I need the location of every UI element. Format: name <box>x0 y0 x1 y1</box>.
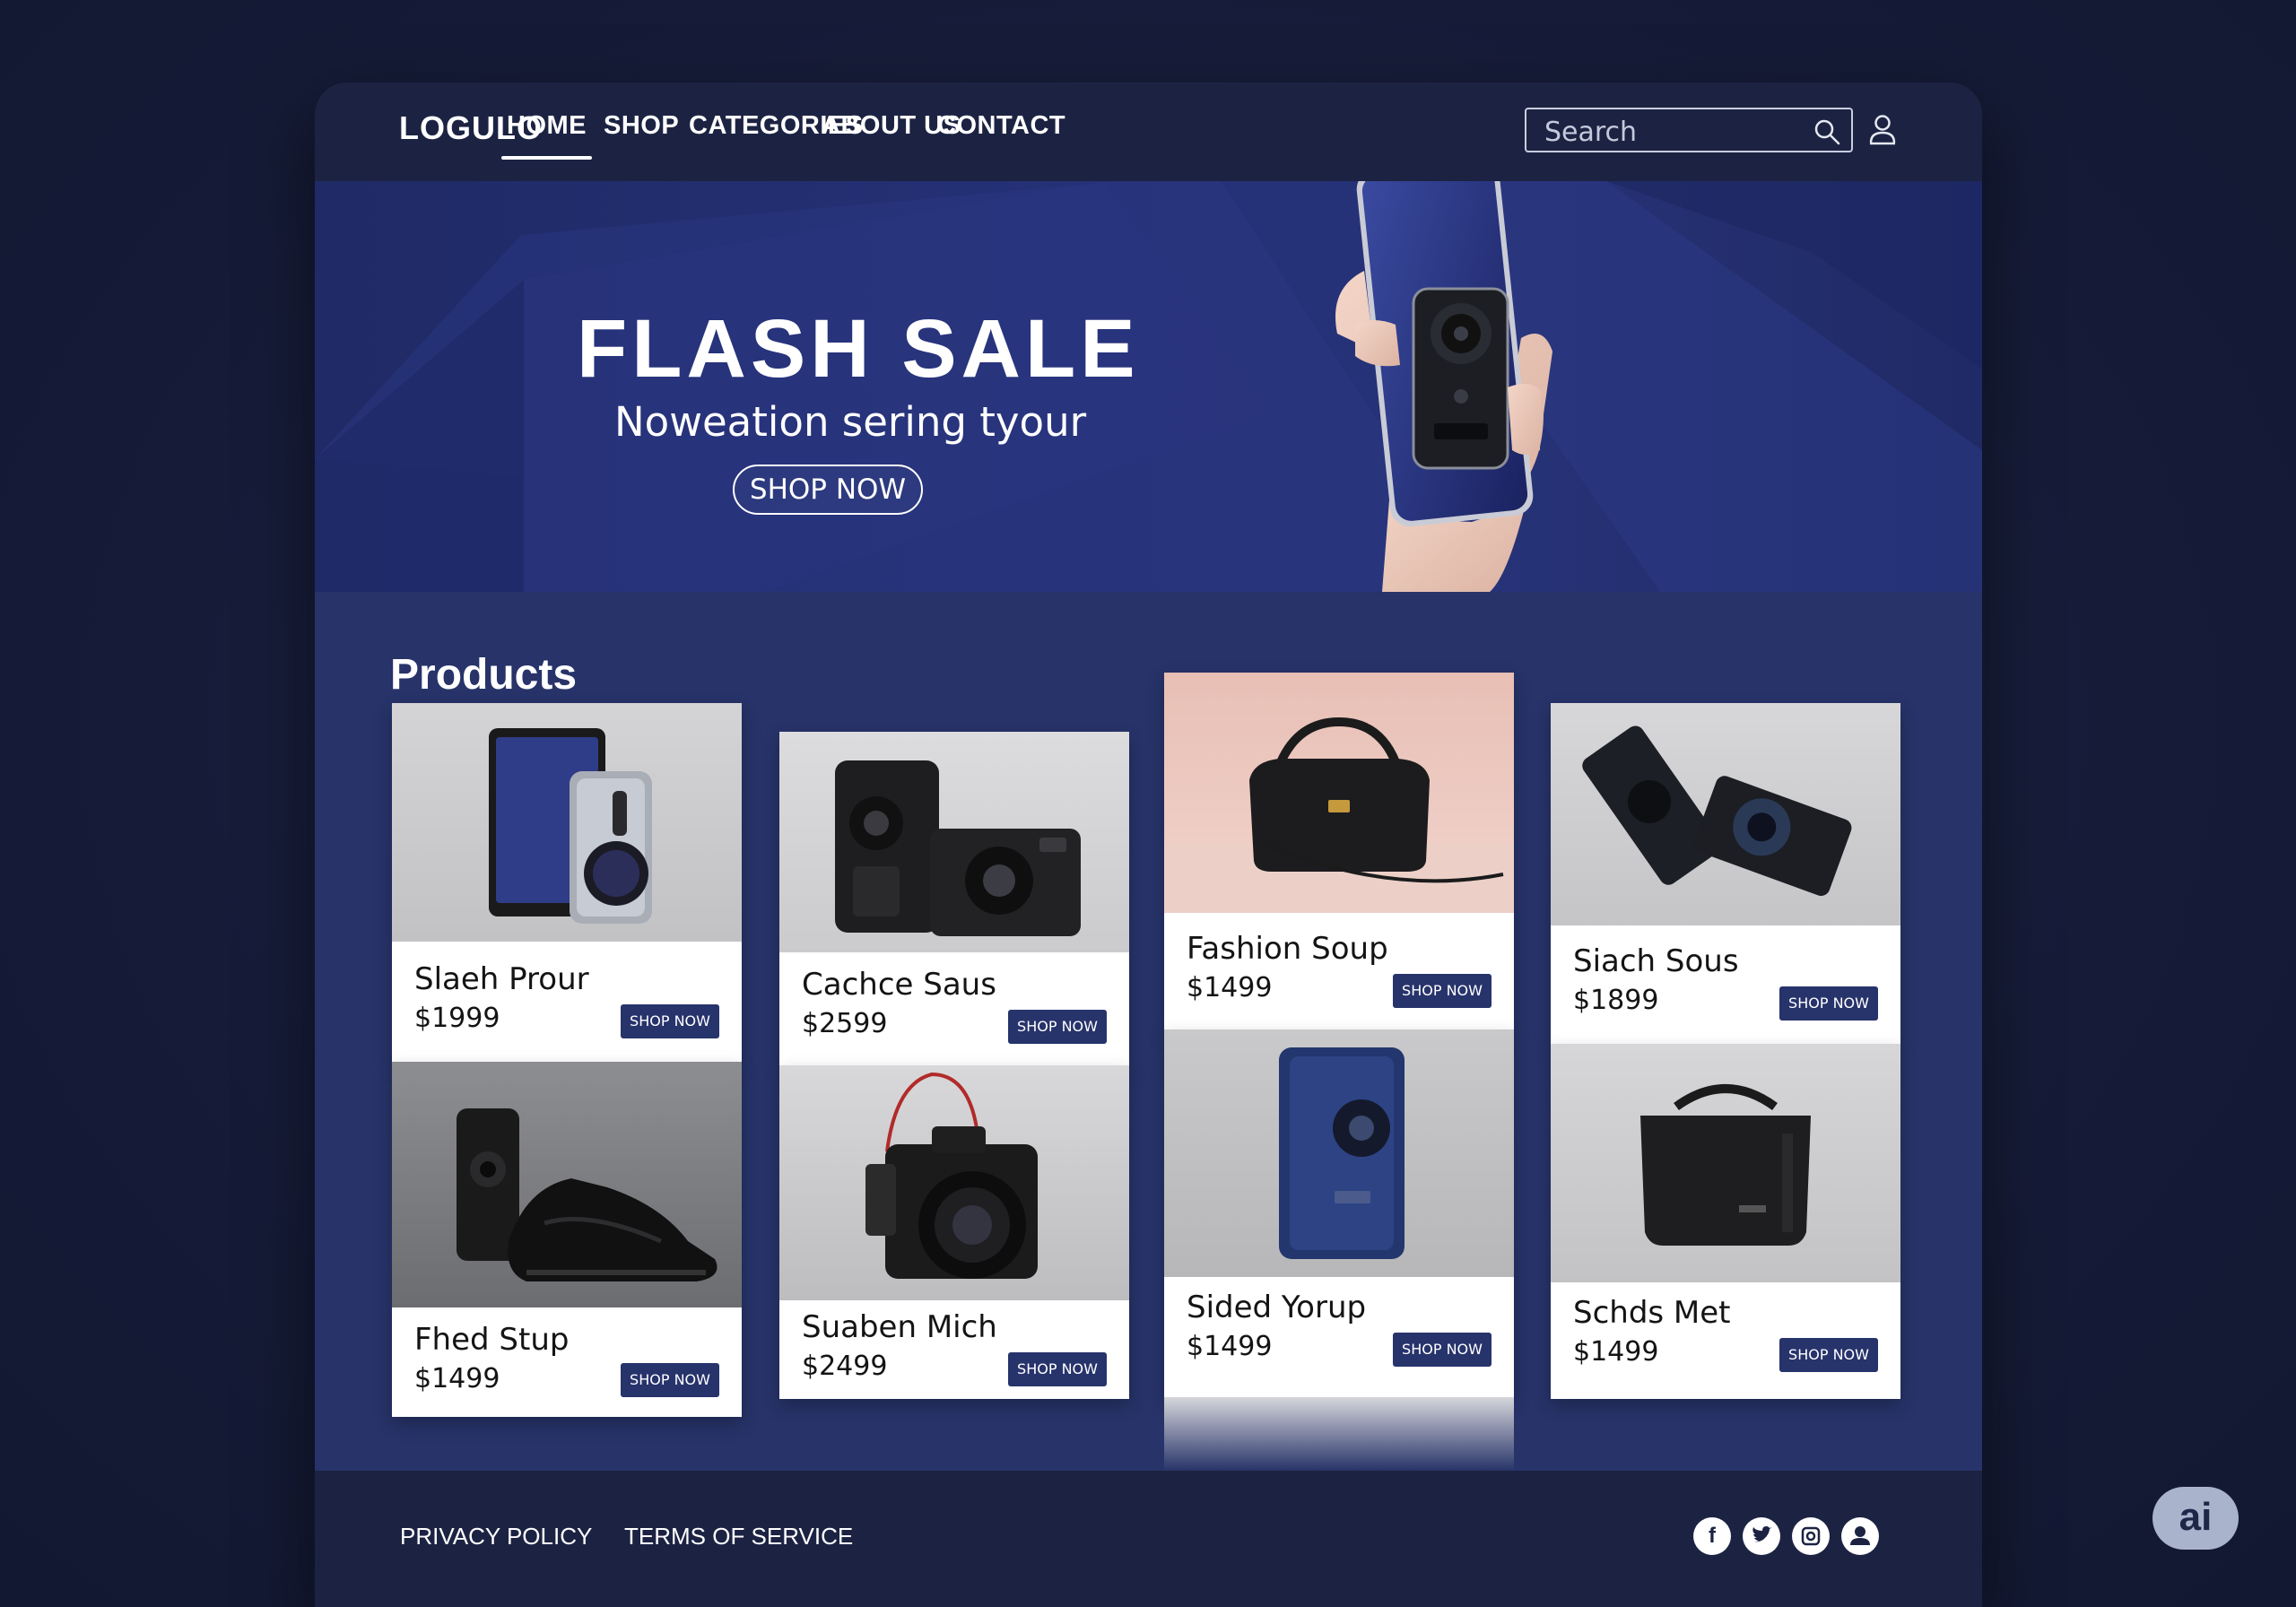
facebook-icon[interactable]: f <box>1693 1517 1731 1555</box>
nav-shop[interactable]: SHOP <box>604 111 679 141</box>
product-shop-now-button[interactable]: SHOP NOW <box>1393 974 1492 1008</box>
user-account-icon[interactable] <box>1866 113 1899 147</box>
dslr-camera-image <box>865 1072 1038 1279</box>
hero-title: FLASH SALE <box>577 303 1140 395</box>
account-icon[interactable] <box>1841 1517 1879 1555</box>
hero-background-shapes <box>315 181 1982 592</box>
product-name[interactable]: Fhed Stup <box>414 1322 569 1358</box>
product-name[interactable]: Siach Sous <box>1573 943 1739 979</box>
camera-devices-image <box>1582 725 1852 896</box>
product-shop-now-button[interactable]: SHOP NOW <box>1393 1333 1492 1367</box>
product-name[interactable]: Schds Met <box>1573 1295 1731 1331</box>
products-heading: Products <box>390 651 578 699</box>
privacy-policy-link[interactable]: PRIVACY POLICY <box>400 1523 592 1551</box>
product-name[interactable]: Fashion Soup <box>1187 931 1388 967</box>
hand-holding-phone-image <box>1335 181 1552 592</box>
product-name[interactable]: Sided Yorup <box>1187 1290 1366 1325</box>
product-price: $1499 <box>1187 1331 1273 1362</box>
nav-home[interactable]: HOME <box>501 111 592 160</box>
product-image <box>1551 703 1900 925</box>
product-price: $1499 <box>1573 1336 1659 1368</box>
hero-subtitle: Noweation sering tyour <box>614 398 1087 446</box>
black-bag-image <box>1640 1084 1811 1246</box>
twitter-icon[interactable] <box>1743 1517 1780 1555</box>
product-price: $1899 <box>1573 985 1659 1016</box>
terms-of-service-link[interactable]: TERMS OF SERVICE <box>624 1523 853 1551</box>
footer: PRIVACY POLICY TERMS OF SERVICE f <box>315 1471 1982 1607</box>
product-card[interactable]: Suaben Mich $2499 SHOP NOW <box>779 1065 1129 1399</box>
hero-shop-now-button[interactable]: SHOP NOW <box>733 465 923 515</box>
product-shop-now-button[interactable]: SHOP NOW <box>1008 1010 1107 1044</box>
product-shop-now-button[interactable]: SHOP NOW <box>621 1004 719 1038</box>
speaker-sneakers-image <box>457 1108 718 1281</box>
product-shop-now-button[interactable]: SHOP NOW <box>1008 1352 1107 1386</box>
cameras-image <box>835 760 1081 936</box>
product-card[interactable]: Schds Met $1499 SHOP NOW <box>1551 1044 1900 1399</box>
product-image <box>779 1065 1129 1300</box>
product-card[interactable]: Sided Yorup $1499 SHOP NOW <box>1164 1029 1514 1397</box>
partial-product-card <box>1164 1397 1514 1471</box>
hero-banner: FLASH SALE Noweation sering tyour SHOP N… <box>315 181 1982 592</box>
products-section: Products Slaeh Prour $1999 SHOP NOW Fhed… <box>315 592 1982 1471</box>
product-shop-now-button[interactable]: SHOP NOW <box>1779 1338 1878 1372</box>
product-card[interactable]: Slaeh Prour $1999 SHOP NOW <box>392 703 742 1062</box>
product-card[interactable]: Fhed Stup $1499 SHOP NOW <box>392 1062 742 1417</box>
product-price: $1499 <box>1187 972 1273 1003</box>
top-navbar: LOGULO HOME SHOP CATEGORIES ABOUT US CON… <box>315 83 1982 182</box>
search-box <box>1525 108 1853 152</box>
product-name[interactable]: Slaeh Prour <box>414 961 589 997</box>
instagram-icon[interactable] <box>1792 1517 1830 1555</box>
phone-speaker-image <box>489 728 652 924</box>
product-image <box>392 703 742 942</box>
search-input[interactable] <box>1543 115 1806 149</box>
product-price: $1499 <box>414 1363 500 1394</box>
product-image <box>1551 1044 1900 1282</box>
product-card[interactable]: Siach Sous $1899 SHOP NOW <box>1551 703 1900 1044</box>
product-price: $2599 <box>802 1008 888 1039</box>
product-price: $2499 <box>802 1351 888 1382</box>
product-image <box>392 1062 742 1307</box>
product-name[interactable]: Cachce Saus <box>802 967 996 1003</box>
blue-speaker-image <box>1279 1047 1405 1259</box>
product-shop-now-button[interactable]: SHOP NOW <box>1779 986 1878 1021</box>
product-card[interactable]: Fashion Soup $1499 SHOP NOW <box>1164 673 1514 1029</box>
product-shop-now-button[interactable]: SHOP NOW <box>621 1363 719 1397</box>
ai-badge: ai <box>2152 1487 2239 1550</box>
browser-window: LOGULO HOME SHOP CATEGORIES ABOUT US CON… <box>315 83 1982 1607</box>
handbag-image <box>1164 717 1514 913</box>
product-card[interactable]: Cachce Saus $2599 SHOP NOW <box>779 732 1129 1065</box>
product-price: $1999 <box>414 1003 500 1034</box>
product-image <box>1164 1029 1514 1277</box>
product-name[interactable]: Suaben Mich <box>802 1309 997 1345</box>
search-icon[interactable] <box>1813 118 1840 145</box>
product-image <box>1164 673 1514 913</box>
nav-contact[interactable]: CONTACT <box>937 111 1065 141</box>
product-image <box>779 732 1129 952</box>
